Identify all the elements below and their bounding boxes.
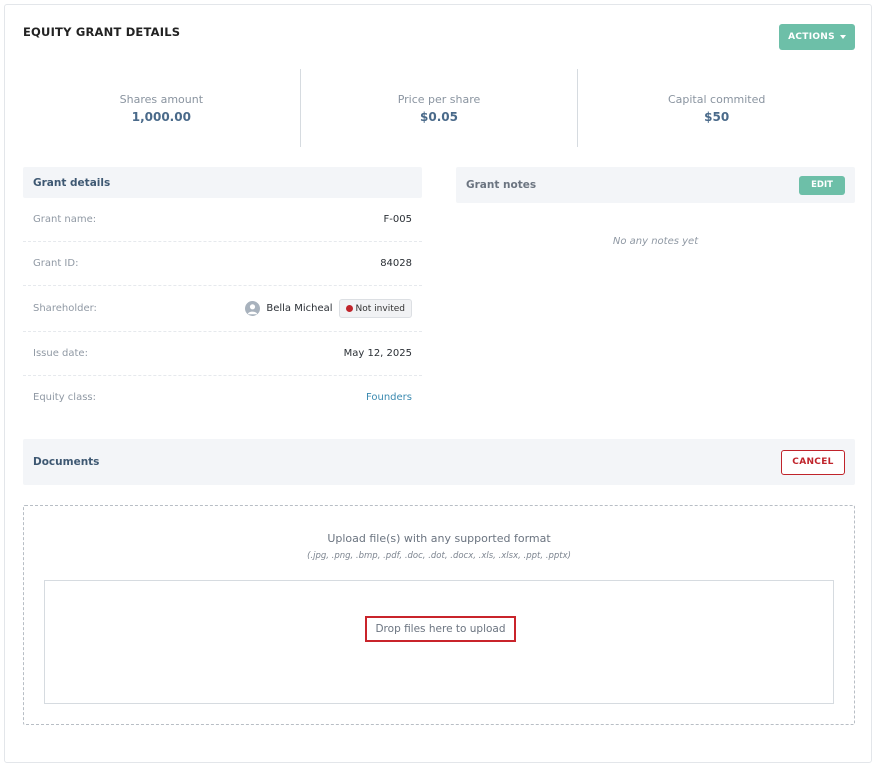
grant-name-value: F-005 <box>383 214 412 225</box>
drop-files-label[interactable]: Drop files here to upload <box>365 616 516 642</box>
row-equity-class: Equity class: Founders <box>23 376 422 418</box>
row-label: Shareholder: <box>33 303 97 314</box>
page-title: EQUITY GRANT DETAILS <box>23 25 181 39</box>
avatar <box>245 301 261 316</box>
stat-value: 1,000.00 <box>131 109 191 124</box>
user-icon <box>248 304 258 315</box>
row-label: Issue date: <box>33 348 88 359</box>
caret-down-icon <box>839 35 846 39</box>
grant-notes-header: Grant notes EDIT <box>456 167 855 203</box>
grant-notes-title: Grant notes <box>466 179 537 191</box>
row-label: Equity class: <box>33 391 96 403</box>
upload-formats: (.jpg, .png, .bmp, .pdf, .doc, .dot, .do… <box>307 551 571 561</box>
row-issue-date: Issue date: May 12, 2025 <box>23 332 422 376</box>
stat-shares-amount: Shares amount 1,000.00 <box>23 69 300 147</box>
actions-button-label: ACTIONS <box>788 32 835 42</box>
equity-class-link[interactable]: Founders <box>366 392 412 403</box>
actions-button[interactable]: ACTIONS <box>779 24 855 50</box>
grant-details-title: Grant details <box>33 176 111 189</box>
stat-label: Shares amount <box>119 92 204 106</box>
grant-id-value: 84028 <box>380 258 412 269</box>
file-drop-area[interactable]: Drop files here to upload <box>44 580 834 704</box>
stat-label: Price per share <box>397 92 481 106</box>
row-grant-id: Grant ID: 84028 <box>23 242 422 286</box>
row-label: Grant ID: <box>33 258 79 269</box>
row-shareholder: Shareholder: Bella Micheal Not invited <box>23 286 422 332</box>
shareholder-name[interactable]: Bella Micheal <box>266 303 332 314</box>
status-dot-icon <box>345 305 353 312</box>
row-label: Grant name: <box>33 214 97 225</box>
stat-value: $50 <box>704 109 730 124</box>
empty-notes-message: No any notes yet <box>612 236 699 247</box>
documents-header: Documents CANCEL <box>23 439 855 485</box>
upload-title: Upload file(s) with any supported format <box>327 532 551 545</box>
issue-date-value: May 12, 2025 <box>343 348 412 359</box>
row-grant-name: Grant name: F-005 <box>23 198 422 242</box>
status-badge: Not invited <box>338 299 412 318</box>
status-badge-label: Not invited <box>355 303 405 314</box>
grant-summary-stats: Shares amount 1,000.00 Price per share $… <box>23 69 855 147</box>
grant-details-list: Grant name: F-005 Grant ID: 84028 Shareh… <box>23 198 422 418</box>
shareholder-value: Bella Micheal Not invited <box>245 299 412 318</box>
stat-capital-committed: Capital commited $50 <box>577 69 855 147</box>
documents-title: Documents <box>33 456 100 468</box>
stat-price-per-share: Price per share $0.05 <box>299 69 578 147</box>
grant-details-header: Grant details <box>23 167 422 198</box>
stat-label: Capital commited <box>667 92 766 106</box>
cancel-button[interactable]: CANCEL <box>781 449 845 475</box>
edit-notes-button[interactable]: EDIT <box>799 175 845 195</box>
equity-grant-card: EQUITY GRANT DETAILS ACTIONS Shares amou… <box>4 4 872 763</box>
stat-value: $0.05 <box>420 109 458 124</box>
upload-zone[interactable]: Upload file(s) with any supported format… <box>23 505 855 725</box>
